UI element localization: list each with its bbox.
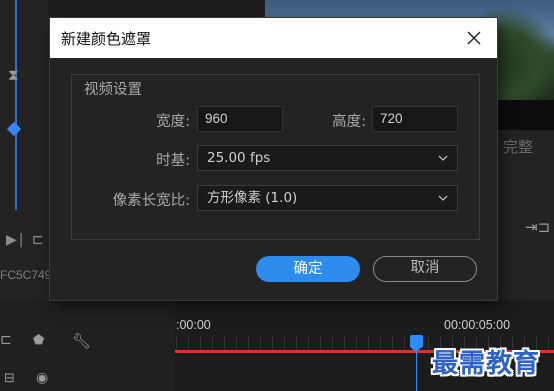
clip-code: FC5C749 (0, 268, 52, 282)
playback-controls-icon[interactable]: ▶| ⊏ (6, 232, 46, 248)
width-label: 宽度: (156, 114, 190, 130)
wrench-icon[interactable]: 🔧︎ (72, 332, 91, 350)
linked-selection-icon[interactable]: ⊏ (0, 332, 12, 348)
pixel-aspect-value: 方形像素 (1.0) (207, 190, 298, 206)
timebase-value: 25.00 fps (207, 150, 271, 166)
cancel-button[interactable]: 取消 (373, 256, 477, 282)
watermark-logo: 最需教育 (432, 349, 541, 379)
resolution-label[interactable]: 完整 (503, 136, 533, 157)
dialog-titlebar[interactable]: 新建颜色遮罩 (50, 18, 497, 58)
insert-icon[interactable]: ⇥⊐ (525, 218, 550, 236)
pixel-aspect-label: 像素长宽比: (112, 193, 190, 209)
timeline-playhead-line (416, 350, 417, 391)
close-icon (467, 31, 481, 45)
width-field[interactable]: 960 (197, 106, 283, 132)
effect-controls-panel (0, 0, 50, 310)
timeline-end-time: 00:00:05:00 (444, 318, 511, 332)
marker-icon[interactable]: ⬟ (33, 333, 44, 348)
timebase-select[interactable]: 25.00 fps (197, 145, 458, 171)
chevron-down-icon (438, 155, 448, 161)
timeline-start-time: :00:00 (176, 318, 211, 332)
timebase-label: 时基: (156, 153, 190, 169)
height-field[interactable]: 720 (372, 106, 458, 132)
eye-icon[interactable]: ◉ (36, 370, 48, 386)
chevron-down-icon (438, 195, 448, 201)
hourglass-icon: ⧗ (8, 66, 19, 84)
preview-letterbox (497, 100, 554, 130)
close-button[interactable] (458, 22, 490, 54)
dialog-title: 新建颜色遮罩 (61, 30, 152, 48)
video-track-icon[interactable]: ⊟ (4, 371, 15, 386)
video-settings-label: 视频设置 (80, 78, 146, 99)
height-label: 高度: (332, 114, 366, 130)
pixel-aspect-select[interactable]: 方形像素 (1.0) (197, 185, 458, 211)
ok-button[interactable]: 确定 (256, 256, 360, 282)
timeline-playhead-handle[interactable] (410, 335, 423, 347)
new-color-matte-dialog: 新建颜色遮罩 视频设置 宽度: 960 高度: 720 时基: 25.00 fp… (50, 18, 497, 300)
effect-playhead-line (15, 0, 17, 210)
